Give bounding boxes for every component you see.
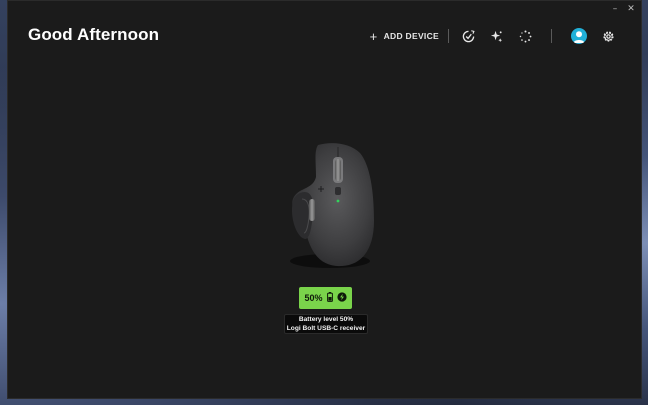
plus-icon: + — [369, 28, 378, 44]
battery-tooltip: Battery level 50% Logi Bolt USB-C receiv… — [284, 314, 368, 334]
battery-status-badge[interactable]: 50% — [299, 287, 352, 309]
mx-master-mouse-image[interactable] — [280, 141, 376, 271]
greeting-title: Good Afternoon — [28, 25, 160, 44]
avatar-icon[interactable] — [571, 28, 587, 44]
minimize-button[interactable]: – — [609, 3, 621, 15]
loading-spinner-icon[interactable] — [518, 29, 532, 43]
toolbar-divider — [448, 29, 449, 43]
add-device-label: ADD DEVICE — [383, 31, 439, 41]
close-button[interactable]: ✕ — [625, 3, 637, 15]
toolbar-divider — [551, 29, 552, 43]
add-device-button[interactable]: + ADD DEVICE — [370, 30, 439, 43]
top-toolbar: + ADD DEVICE — [370, 26, 615, 46]
window-controls: – ✕ — [609, 3, 637, 15]
sparkle-flow-icon[interactable] — [489, 29, 503, 43]
tooltip-receiver-line: Logi Bolt USB-C receiver — [286, 324, 366, 332]
logi-bolt-receiver-icon — [336, 292, 347, 304]
battery-percent: 50% — [304, 293, 323, 303]
gear-icon[interactable] — [601, 29, 615, 43]
battery-icon — [326, 292, 333, 304]
logi-options-window: – ✕ Good Afternoon + ADD DEVICE 50% Batt… — [7, 0, 642, 399]
tooltip-battery-line: Battery level 50% — [298, 316, 354, 323]
update-check-icon[interactable] — [461, 29, 475, 43]
